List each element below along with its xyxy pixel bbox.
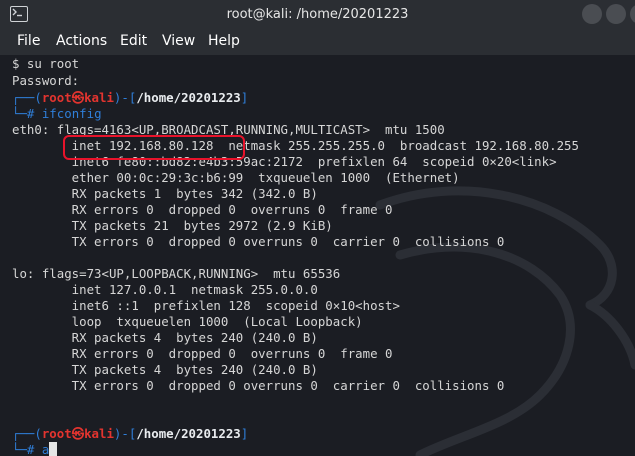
prompt-close: ]: [240, 426, 249, 441]
output-line: TX packets 4 bytes 240 (240.0 B): [12, 362, 318, 377]
menu-view[interactable]: View: [162, 30, 195, 55]
output-line: loop txqueuelen 1000 (Local Loopback): [12, 314, 363, 329]
prompt-host: kali: [84, 426, 114, 441]
skull-icon: ㉿: [71, 90, 85, 105]
prompt-hash: └─#: [12, 442, 35, 456]
output-line: inet 127.0.0.1 netmask 255.0.0.0: [12, 282, 318, 297]
output-line: ether 00:0c:29:3c:b6:99 txqueuelen 1000 …: [12, 170, 460, 185]
prompt-line: ┌──(root㉿kali)-[/home/20201223]: [12, 90, 248, 106]
command-line: └─# ifconfig: [12, 106, 102, 122]
output-line: $ su root: [12, 56, 80, 71]
output-line: TX packets 21 bytes 2972 (2.9 KiB): [12, 218, 333, 233]
output-line: inet6 ::1 prefixlen 128 scopeid 0×10<hos…: [12, 298, 400, 313]
prompt-path: /home/20201223: [136, 426, 241, 441]
output-line: RX errors 0 dropped 0 overruns 0 frame 0: [12, 346, 393, 361]
minimize-button[interactable]: [582, 4, 602, 24]
output-line: TX errors 0 dropped 0 overruns 0 carrier…: [12, 378, 505, 393]
prompt-line: ┌──(root㉿kali)-[/home/20201223]: [12, 426, 248, 442]
prompt-close: ]: [240, 90, 249, 105]
skull-icon: ㉿: [71, 426, 85, 441]
output-line: lo: flags=73<UP,LOOPBACK,RUNNING> mtu 65…: [12, 266, 341, 281]
command-text: ifconfig: [34, 106, 102, 121]
command-text: a: [34, 442, 50, 456]
prompt-path: /home/20201223: [136, 90, 241, 105]
menu-bar: File Actions Edit View Help: [0, 30, 635, 55]
prompt-user: root: [41, 90, 72, 105]
terminal-output[interactable]: $ su root Password: ┌──(root㉿kali)-[/hom…: [0, 55, 635, 456]
output-line: TX errors 0 dropped 0 overruns 0 carrier…: [12, 234, 505, 249]
menu-edit[interactable]: Edit: [120, 30, 147, 55]
command-line[interactable]: └─# a: [12, 442, 58, 456]
title-bar: root@kali: /home/20201223: [0, 0, 635, 30]
menu-file[interactable]: File: [17, 30, 40, 55]
window-title: root@kali: /home/20201223: [226, 7, 409, 22]
prompt-corner: ┌──(: [12, 426, 42, 441]
menu-help[interactable]: Help: [208, 30, 240, 55]
terminal-window: root@kali: /home/20201223 File Actions E…: [0, 0, 635, 456]
menu-actions[interactable]: Actions: [56, 30, 107, 55]
prompt-host: kali: [84, 90, 114, 105]
highlight-box: [63, 135, 245, 160]
prompt-hash: └─#: [12, 106, 35, 121]
output-line: Password:: [12, 73, 80, 88]
text-cursor: [49, 442, 58, 456]
prompt-user: root: [41, 426, 72, 441]
prompt-separator: )-[: [113, 426, 137, 441]
output-line: RX packets 4 bytes 240 (240.0 B): [12, 330, 318, 345]
prompt-corner: ┌──(: [12, 90, 42, 105]
maximize-button[interactable]: [606, 4, 626, 24]
prompt-separator: )-[: [113, 90, 137, 105]
output-line: RX errors 0 dropped 0 overruns 0 frame 0: [12, 202, 393, 217]
output-line: RX packets 1 bytes 342 (342.0 B): [12, 186, 318, 201]
